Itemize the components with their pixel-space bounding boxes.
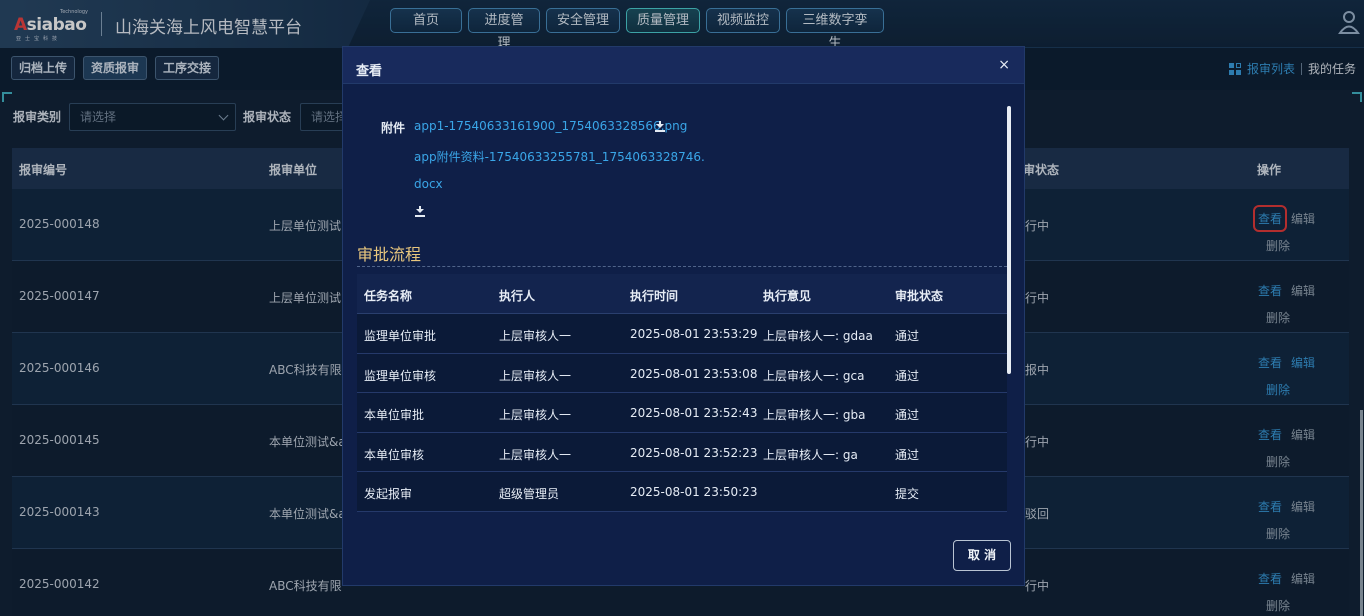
approval-status: 通过 — [895, 329, 920, 343]
executor: 上层审核人一 — [499, 447, 572, 462]
col-task-name: 任务名称 — [364, 289, 413, 303]
approval-status: 通过 — [895, 368, 920, 383]
exec-opinion: 上层审核人一: gca — [763, 368, 865, 383]
exec-time: 2025-08-01 23:50:23 — [630, 485, 758, 499]
attachment-link[interactable]: docx — [414, 177, 443, 191]
exec-time: 2025-08-01 23:52:43 — [630, 406, 758, 420]
task-name: 本单位审批 — [364, 408, 425, 422]
dialog-scrollbar[interactable] — [1007, 106, 1011, 374]
attachment-link[interactable]: app附件资料-17540633255781_1754063328746. — [414, 148, 705, 165]
close-icon[interactable]: × — [998, 57, 1010, 73]
col-exec-opinion: 执行意见 — [763, 289, 812, 303]
attachment-label: 附件 — [381, 121, 406, 135]
col-exec-time: 执行时间 — [630, 289, 679, 303]
approval-flow-table: 任务名称 执行人 执行时间 执行意见 审批状态 监理单位审批 上层审核人一 20… — [357, 274, 1007, 512]
approval-status: 提交 — [895, 487, 920, 501]
flow-row: 监理单位审批 上层审核人一 2025-08-01 23:53:29 上层审核人一… — [357, 314, 1007, 354]
attachment-link[interactable]: app1-17540633161900_1754063328566.png — [414, 119, 687, 133]
cancel-button[interactable]: 取 消 — [953, 540, 1011, 571]
task-name: 本单位审核 — [364, 447, 425, 462]
download-icon[interactable] — [415, 206, 425, 217]
exec-opinion: 上层审核人一: gdaa — [763, 329, 873, 343]
task-name: 监理单位审核 — [364, 368, 437, 383]
dialog-title: 查看 — [356, 64, 383, 79]
approval-status: 通过 — [895, 408, 920, 422]
col-executor: 执行人 — [499, 289, 536, 303]
task-name: 监理单位审批 — [364, 329, 437, 343]
exec-time: 2025-08-01 23:52:23 — [630, 445, 758, 460]
flow-row: 监理单位审核 上层审核人一 2025-08-01 23:53:08 上层审核人一… — [357, 353, 1007, 393]
download-icon[interactable] — [655, 121, 665, 132]
exec-time: 2025-08-01 23:53:29 — [630, 327, 758, 341]
col-approval-status: 审批状态 — [895, 289, 944, 303]
executor: 上层审核人一 — [499, 329, 572, 343]
view-dialog: 查看 × 附件 app1-17540633161900_175406332856… — [342, 46, 1025, 586]
flow-row: 本单位审批 上层审核人一 2025-08-01 23:52:43 上层审核人一:… — [357, 393, 1007, 433]
executor: 上层审核人一 — [499, 408, 572, 422]
section-divider — [357, 266, 1007, 267]
exec-time: 2025-08-01 23:53:08 — [630, 366, 758, 381]
flow-row: 发起报审 超级管理员 2025-08-01 23:50:23 提交 — [357, 472, 1007, 512]
flow-table-header: 任务名称 执行人 执行时间 执行意见 审批状态 — [357, 274, 1007, 314]
task-name: 发起报审 — [364, 487, 413, 501]
dialog-body: 附件 app1-17540633161900_1754063328566.png… — [343, 84, 1024, 521]
dialog-header: 查看 × — [343, 47, 1024, 84]
exec-opinion: 上层审核人一: ga — [763, 447, 858, 462]
executor: 超级管理员 — [499, 487, 560, 501]
exec-opinion: 上层审核人一: gba — [763, 408, 866, 422]
executor: 上层审核人一 — [499, 368, 572, 383]
flow-row: 本单位审核 上层审核人一 2025-08-01 23:52:23 上层审核人一:… — [357, 432, 1007, 472]
approval-flow-title: 审批流程 — [357, 245, 422, 264]
approval-status: 通过 — [895, 447, 920, 462]
